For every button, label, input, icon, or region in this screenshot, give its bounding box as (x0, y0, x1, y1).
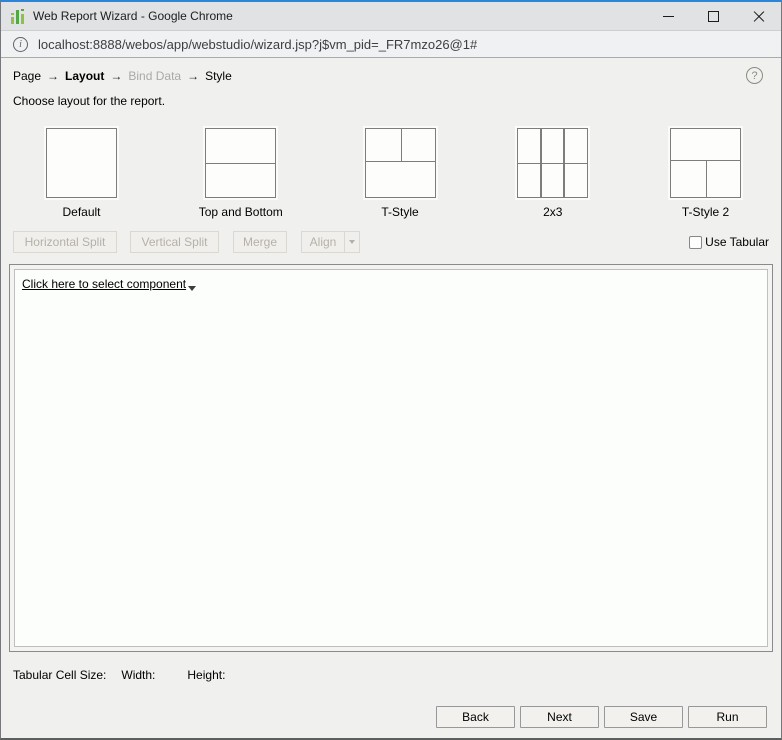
layout-thumbnail-t-style (365, 128, 436, 198)
select-component-label: Click here to select component (22, 277, 186, 291)
layout-thumbnail-default (46, 128, 117, 198)
web-report-wizard-window: Web Report Wizard - Google Chrome i loca… (0, 0, 782, 740)
layout-option-default[interactable]: Default (46, 128, 117, 219)
report-canvas[interactable]: Click here to select component (14, 269, 768, 647)
layout-options: Default Top and Bottom T-Style (1, 128, 781, 219)
title-bar: Web Report Wizard - Google Chrome (1, 2, 781, 30)
tabular-cell-size-label: Tabular Cell Size: (13, 668, 106, 682)
back-button[interactable]: Back (436, 706, 515, 728)
layout-option-t-style[interactable]: T-Style (365, 128, 436, 219)
dropdown-caret-icon (188, 286, 196, 291)
layout-label: Default (62, 205, 100, 219)
breadcrumb-arrow-icon: → (47, 69, 59, 83)
step-style[interactable]: Style (205, 69, 232, 83)
layout-thumbnail-t-style-2 (670, 128, 741, 198)
thumb-divider (518, 163, 587, 164)
horizontal-split-button[interactable]: Horizontal Split (13, 231, 117, 253)
close-icon (753, 10, 765, 22)
layout-label: Top and Bottom (199, 205, 283, 219)
thumb-divider (706, 160, 707, 197)
thumb-divider (401, 129, 402, 161)
url-text[interactable]: localhost:8888/webos/app/webstudio/wizar… (38, 37, 477, 52)
maximize-button[interactable] (691, 2, 736, 30)
width-label: Width: (121, 668, 155, 682)
step-bind-data: Bind Data (128, 69, 181, 83)
align-split-button: Align (301, 231, 360, 253)
window-controls (646, 2, 781, 30)
layout-label: T-Style 2 (682, 205, 729, 219)
breadcrumb-arrow-icon: → (187, 69, 199, 83)
thumb-divider (540, 129, 542, 197)
vertical-split-button[interactable]: Vertical Split (130, 231, 219, 253)
chevron-down-icon (349, 240, 355, 244)
layout-label: 2x3 (543, 205, 562, 219)
report-canvas-frame: Click here to select component (9, 264, 773, 652)
info-icon[interactable]: i (13, 37, 28, 52)
wizard-body: Page → Layout → Bind Data → Style ? Choo… (1, 58, 781, 738)
use-tabular-label: Use Tabular (705, 235, 769, 249)
next-button[interactable]: Next (520, 706, 599, 728)
thumb-divider (563, 129, 565, 197)
layout-option-t-style-2[interactable]: T-Style 2 (670, 128, 741, 219)
layout-toolbar: Horizontal Split Vertical Split Merge Al… (13, 231, 769, 253)
step-layout[interactable]: Layout (65, 69, 104, 83)
save-button[interactable]: Save (604, 706, 683, 728)
minimize-icon (663, 16, 674, 17)
window-title: Web Report Wizard - Google Chrome (33, 9, 233, 23)
layout-option-2x3[interactable]: 2x3 (517, 128, 588, 219)
layout-label: T-Style (381, 205, 418, 219)
url-bar[interactable]: i localhost:8888/webos/app/webstudio/wiz… (1, 30, 781, 58)
layout-thumbnail-top-and-bottom (205, 128, 276, 198)
chart-bars-favicon-icon (11, 8, 25, 24)
align-dropdown-button[interactable] (344, 232, 359, 252)
close-button[interactable] (736, 2, 781, 30)
layout-option-top-and-bottom[interactable]: Top and Bottom (199, 128, 283, 219)
align-button[interactable]: Align (302, 232, 344, 252)
use-tabular-checkbox[interactable] (689, 236, 702, 249)
merge-button[interactable]: Merge (233, 231, 287, 253)
use-tabular-control: Use Tabular (689, 235, 769, 249)
tabular-cell-size-row: Tabular Cell Size: Width: Height: (13, 668, 769, 682)
minimize-button[interactable] (646, 2, 691, 30)
help-icon[interactable]: ? (746, 67, 763, 84)
step-page[interactable]: Page (13, 69, 41, 83)
thumb-divider (366, 161, 435, 162)
breadcrumb: Page → Layout → Bind Data → Style ? (13, 67, 763, 84)
run-button[interactable]: Run (688, 706, 767, 728)
thumb-divider (206, 163, 275, 164)
height-label: Height: (187, 668, 225, 682)
breadcrumb-arrow-icon: → (110, 69, 122, 83)
layout-thumbnail-2x3 (517, 128, 588, 198)
select-component-link[interactable]: Click here to select component (22, 277, 196, 291)
page-subtitle: Choose layout for the report. (13, 94, 769, 108)
maximize-icon (708, 11, 719, 22)
footer-actions: Back Next Save Run (1, 706, 781, 728)
